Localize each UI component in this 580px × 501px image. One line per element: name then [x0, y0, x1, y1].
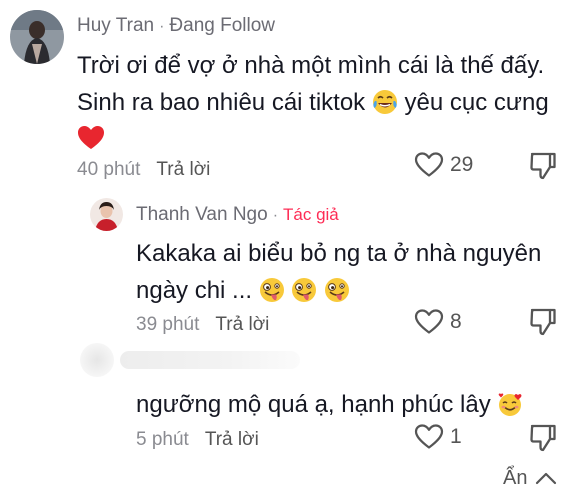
like-button[interactable]: 1 [414, 423, 462, 450]
comment-line: ngày chi ... [136, 277, 253, 304]
zany-face-emoji [291, 277, 317, 303]
thumbs-down-icon [530, 152, 556, 180]
comment-meta: 5 phút Trả lời [136, 428, 259, 452]
heart-outline-icon [414, 424, 444, 449]
author-name[interactable] [120, 351, 300, 369]
author-badge: Tác giả [283, 205, 339, 224]
heart-outline-icon [414, 152, 444, 177]
reply-button[interactable]: Trả lời [156, 159, 210, 180]
hide-replies-label: Ẩn [503, 467, 528, 489]
avatar[interactable] [90, 198, 123, 231]
comment-text: Trời ơi để vợ ở nhà một mình cái là thế … [77, 47, 549, 158]
comment-line-with-emoji: ngưỡng mộ quá ạ, hạnh phúc lây [136, 386, 523, 423]
follow-status[interactable]: Đang Follow [169, 15, 275, 36]
author-name[interactable]: Thanh Van Ngo [136, 204, 268, 225]
hide-replies-button[interactable]: Ẩn [503, 466, 557, 490]
comment-time: 5 phút [136, 429, 189, 450]
separator-dot: · [272, 207, 279, 224]
author-name[interactable]: Huy Tran [77, 15, 154, 36]
heart-outline-icon [414, 309, 444, 334]
avatar-image [90, 198, 123, 231]
like-count: 8 [450, 309, 462, 333]
reply-button[interactable]: Trả lời [215, 314, 269, 335]
like-count: 1 [450, 424, 462, 448]
comment-text: ngưỡng mộ quá ạ, hạnh phúc lây [136, 386, 523, 423]
comment-line: yêu cục cưng [404, 89, 549, 116]
comment-line-with-emoji: ngày chi ... [136, 272, 541, 309]
like-button[interactable]: 8 [414, 308, 462, 335]
dislike-button[interactable] [529, 151, 557, 181]
like-count: 29 [450, 152, 474, 176]
dislike-button[interactable] [529, 307, 557, 337]
red-heart-emoji [77, 124, 105, 152]
comment-line: Sinh ra bao nhiêu cái tiktok [77, 89, 366, 116]
comment-line: ngưỡng mộ quá ạ, hạnh phúc lây [136, 391, 491, 418]
comment-thread: Huy Tran · Đang Follow Trời ơi để vợ ở nhà… [0, 0, 580, 501]
comment-line: Kakaka ai biểu bỏ ng ta ở nhà nguyên [136, 240, 542, 267]
tears-of-joy-emoji [372, 89, 398, 115]
blurred-author [80, 343, 305, 377]
comment-meta: 40 phút Trả lời [77, 158, 210, 182]
avatar[interactable] [10, 10, 64, 64]
reply-button[interactable]: Trả lời [205, 429, 259, 450]
dislike-button[interactable] [529, 423, 557, 453]
like-button[interactable]: 29 [414, 151, 473, 178]
comment-line-emoji [77, 121, 549, 158]
comment-header: Thanh Van Ngo · Tác giả [136, 203, 339, 228]
zany-face-emoji [259, 277, 285, 303]
smiling-face-with-hearts-emoji [497, 391, 523, 417]
comment-text: Kakaka ai biểu bỏ ng ta ở nhà nguyên ngà… [136, 235, 541, 309]
comment-line-with-emoji: Sinh ra bao nhiêu cái tiktok yêu cục cưn… [77, 84, 549, 121]
comment-time: 39 phút [136, 314, 200, 335]
comment-meta: 39 phút Trả lời [136, 313, 269, 337]
avatar-image [10, 10, 64, 64]
comment-header: Huy Tran · Đang Follow [77, 14, 275, 39]
zany-face-emoji [324, 277, 350, 303]
comment-line: Trời ơi để vợ ở nhà một mình cái là thế … [77, 52, 545, 79]
comment-time: 40 phút [77, 159, 141, 180]
avatar[interactable] [80, 343, 114, 377]
thumbs-down-icon [530, 424, 556, 452]
chevron-up-icon [536, 472, 557, 485]
separator-dot: · [159, 18, 165, 35]
thumbs-down-icon [530, 308, 556, 336]
